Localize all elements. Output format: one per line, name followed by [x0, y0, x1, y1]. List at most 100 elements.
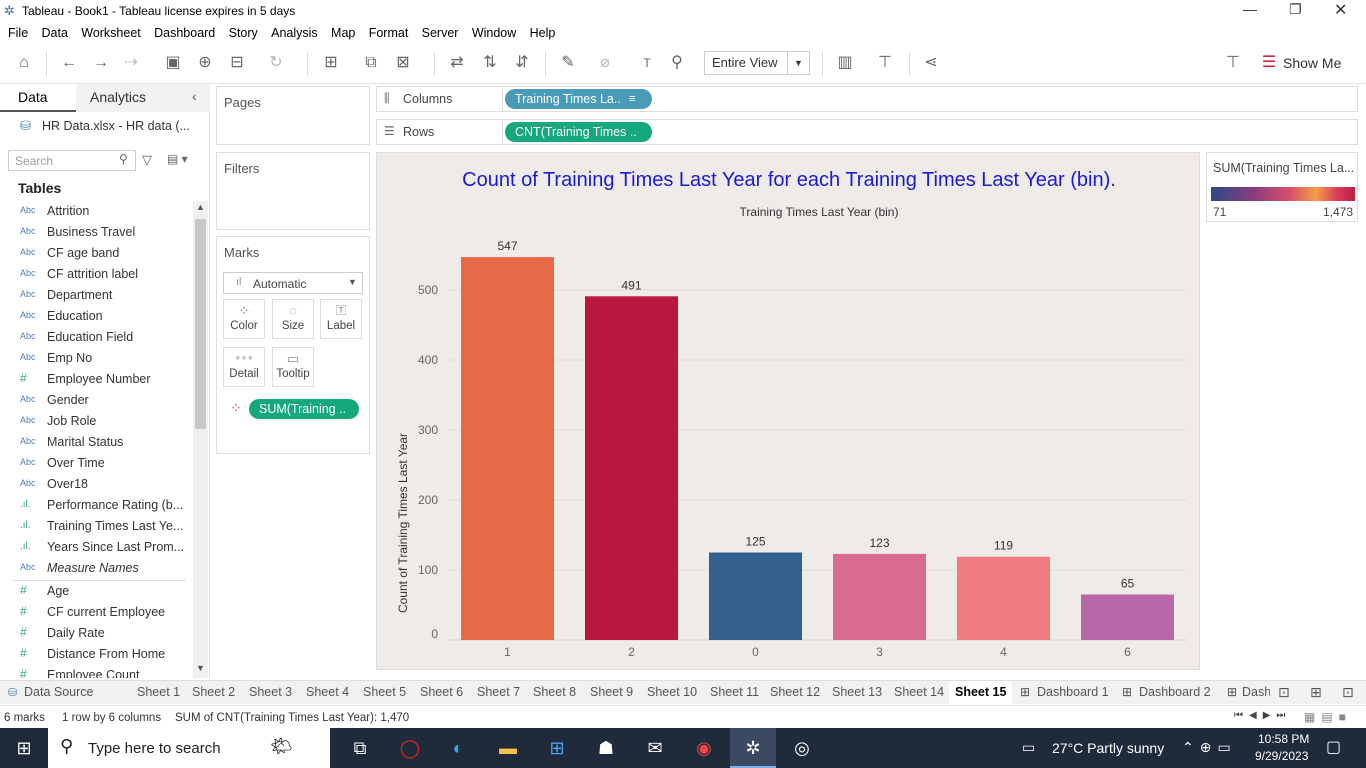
pages-shelf[interactable]: Pages — [216, 86, 370, 145]
clock-date[interactable]: 9/29/2023 — [1255, 749, 1308, 763]
field-item[interactable]: Abc Measure Names — [0, 558, 192, 579]
tab-dashboard-1[interactable]: Dashboard 1 — [1031, 681, 1115, 705]
tab-sheet-12[interactable]: Sheet 12 — [764, 681, 826, 705]
home-icon[interactable]: ⌂ — [13, 52, 35, 74]
datasource-name[interactable]: HR Data.xlsx - HR data (... — [42, 119, 190, 133]
new-worksheet-icon[interactable]: ⊡ — [1278, 684, 1290, 701]
presentation-mode-icon[interactable]: ⊤ — [874, 52, 896, 74]
color-legend[interactable]: SUM(Training Times La... 71 1,473 — [1206, 152, 1358, 222]
sort-ascending-icon[interactable]: ⇅ — [479, 52, 501, 74]
file-explorer-icon[interactable]: ▬ — [494, 736, 522, 760]
tab-sheet-13[interactable]: Sheet 13 — [826, 681, 888, 705]
filters-shelf[interactable]: Filters — [216, 152, 370, 230]
show-cards-icon[interactable]: ▥ — [834, 52, 856, 74]
tab-data[interactable]: Data — [0, 84, 76, 112]
chrome-icon[interactable]: ◉ — [690, 736, 718, 760]
label-button[interactable]: 🅃 Label — [320, 299, 362, 339]
filter-icon[interactable]: ▽ — [142, 152, 152, 168]
search-field[interactable]: Search ⚲ — [8, 150, 136, 171]
rows-pill[interactable]: CNT(Training Times .. — [505, 122, 652, 142]
viz-area[interactable]: Count of Training Times Last Year for ea… — [376, 152, 1200, 670]
tab-sheet-6[interactable]: Sheet 6 — [414, 681, 469, 705]
menu-format[interactable]: Format — [369, 23, 409, 44]
view-mode-icons[interactable]: ▦▤■ — [1304, 710, 1352, 724]
tab-sheet-9[interactable]: Sheet 9 — [584, 681, 639, 705]
format-painter-icon[interactable]: ⊤ — [1222, 52, 1244, 74]
clear-sheet-icon[interactable]: ⊠ — [392, 52, 414, 74]
windows-start-icon[interactable]: ⊞ — [10, 736, 38, 760]
swap-axes-icon[interactable]: ⇄ — [446, 52, 468, 74]
field-item[interactable]: # Employee Number — [0, 369, 192, 390]
new-worksheet-icon[interactable]: ⊞ — [320, 52, 342, 74]
bar-1[interactable] — [461, 257, 554, 640]
field-list-scrollbar[interactable]: ▲ ▼ — [193, 201, 208, 678]
field-item[interactable]: Abc CF age band — [0, 243, 192, 264]
tab-sheet-7[interactable]: Sheet 7 — [471, 681, 526, 705]
minimize-button[interactable]: — — [1243, 1, 1257, 17]
field-item[interactable]: .ıl. Training Times Last Ye... — [0, 516, 192, 537]
menu-story[interactable]: Story — [229, 23, 258, 44]
field-item[interactable]: # CF current Employee — [0, 602, 192, 623]
field-item[interactable]: Abc Attrition — [0, 201, 192, 222]
fix-axes-icon[interactable]: ⚲ — [666, 52, 688, 74]
refresh-icon[interactable]: ↻ — [265, 52, 287, 74]
maximize-button[interactable]: ❐ — [1289, 1, 1302, 18]
size-button[interactable]: ◌ Size — [272, 299, 314, 339]
tab-sheet-4[interactable]: Sheet 4 — [300, 681, 355, 705]
new-datasource-icon[interactable]: ⊕ — [194, 52, 216, 74]
field-item[interactable]: Abc Gender — [0, 390, 192, 411]
system-tray-icons[interactable]: ⌃⊕▭ — [1182, 739, 1237, 756]
new-story-icon[interactable]: ⊡ — [1342, 684, 1354, 701]
menu-analysis[interactable]: Analysis — [271, 23, 318, 44]
bar-0[interactable] — [709, 552, 802, 641]
field-item[interactable]: Abc Education Field — [0, 327, 192, 348]
field-item[interactable]: Abc Over18 — [0, 474, 192, 495]
menu-dashboard[interactable]: Dashboard — [154, 23, 215, 44]
view-options-icon[interactable]: ▤ ▾ — [167, 152, 188, 166]
field-item[interactable]: # Daily Rate — [0, 623, 192, 644]
bar-6[interactable] — [1081, 594, 1174, 641]
tab-sheet-1[interactable]: Sheet 1 — [131, 681, 186, 705]
collapse-pane-icon[interactable]: ‹ — [192, 88, 197, 104]
sheet-navigation-icons[interactable]: ⏮◀▶⏭ — [1234, 710, 1291, 721]
field-item[interactable]: Abc Education — [0, 306, 192, 327]
field-item[interactable]: .ıl. Performance Rating (b... — [0, 495, 192, 516]
field-item[interactable]: Abc Over Time — [0, 453, 192, 474]
field-item[interactable]: # Employee Count — [0, 665, 192, 678]
undo-icon[interactable]: ← — [58, 52, 80, 74]
tab-analytics[interactable]: Analytics — [76, 84, 210, 112]
field-item[interactable]: Abc CF attrition label — [0, 264, 192, 285]
columns-pill[interactable]: Training Times La.. ≡ — [505, 89, 652, 109]
tab-sheet-8[interactable]: Sheet 8 — [527, 681, 582, 705]
show-me-button[interactable]: Show Me — [1283, 55, 1341, 71]
field-item[interactable]: # Age — [0, 581, 192, 602]
menu-help[interactable]: Help — [530, 23, 556, 44]
linux-app-icon[interactable]: ☗ — [592, 736, 620, 760]
mail-icon[interactable]: ✉ — [641, 736, 669, 760]
menu-data[interactable]: Data — [42, 23, 68, 44]
detail-button[interactable]: ∘∘∘ Detail — [223, 347, 265, 387]
rows-shelf[interactable]: ☰ Rows CNT(Training Times .. — [376, 119, 1358, 145]
field-item[interactable]: # Distance From Home — [0, 644, 192, 665]
taskbar-search[interactable]: ⚲ Type here to search 🌤 — [48, 728, 330, 768]
bar-4[interactable] — [957, 556, 1050, 640]
tab-sheet-5[interactable]: Sheet 5 — [357, 681, 412, 705]
tab-data-source[interactable]: Data Source — [18, 681, 99, 705]
menu-map[interactable]: Map — [331, 23, 355, 44]
field-item[interactable]: Abc Job Role — [0, 411, 192, 432]
close-button[interactable]: ✕ — [1334, 0, 1347, 20]
field-item[interactable]: Abc Marital Status — [0, 432, 192, 453]
field-item[interactable]: Abc Emp No — [0, 348, 192, 369]
bar-2[interactable] — [585, 296, 678, 640]
group-members-icon[interactable]: ⌀ — [594, 52, 616, 74]
replay-icon[interactable]: ⇢ — [120, 52, 142, 74]
tab-dashboard-3[interactable]: Dash — [1236, 681, 1270, 705]
redo-icon[interactable]: → — [90, 52, 112, 74]
tableau-taskbar-button[interactable]: ✲ — [730, 728, 776, 768]
bar-3[interactable] — [833, 553, 926, 640]
notifications-icon[interactable]: ▢ — [1326, 737, 1341, 757]
clock-time[interactable]: 10:58 PM — [1258, 732, 1309, 746]
columns-shelf[interactable]: ⫼ Columns Training Times La.. ≡ — [376, 86, 1358, 112]
share-icon[interactable]: ⋖ — [920, 52, 942, 74]
field-item[interactable]: .ıl. Years Since Last Prom... — [0, 537, 192, 558]
